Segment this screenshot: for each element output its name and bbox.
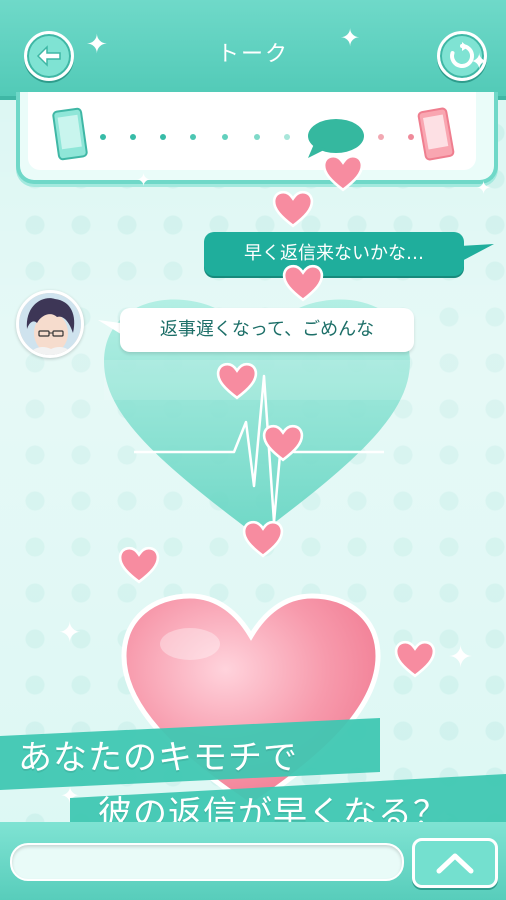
progress-dot <box>284 134 290 140</box>
phone-icon-pink <box>417 107 455 161</box>
heart-icon <box>394 640 436 678</box>
my-message-bubble: 早く返信来ないかな… <box>204 232 464 276</box>
sparkle-icon: ✦ <box>340 24 361 52</box>
sparkle-icon: ✦ <box>476 178 492 199</box>
sparkle-icon: ✦ <box>86 30 108 60</box>
page-title: トーク <box>216 42 289 67</box>
heart-icon <box>118 546 160 584</box>
progress-dot <box>130 134 136 140</box>
heart-icon <box>272 190 314 228</box>
heart-icon <box>242 520 284 558</box>
sparkle-icon: ✦ <box>448 640 474 675</box>
his-message-bubble: 返事遅くなって、ごめんな <box>120 308 414 352</box>
heart-icon <box>282 264 324 302</box>
sparkle-icon: ✦ <box>470 50 489 75</box>
progress-dot <box>378 134 384 140</box>
heart-icon <box>262 424 304 462</box>
message-input[interactable] <box>10 843 404 881</box>
progress-dot <box>100 134 106 140</box>
sparkle-icon: ✦ <box>58 616 82 649</box>
phone-icon <box>52 107 88 161</box>
progress-dot <box>160 134 166 140</box>
send-button[interactable] <box>412 838 498 888</box>
my-bubble-tail <box>460 244 494 262</box>
reply-progress-track <box>28 92 476 170</box>
avatar[interactable] <box>16 290 84 358</box>
progress-dot <box>254 134 260 140</box>
boyfriend-avatar-image <box>19 293 81 355</box>
chevron-up-icon <box>436 853 474 874</box>
heart-icon <box>216 362 258 400</box>
progress-dot <box>190 134 196 140</box>
progress-dot <box>222 134 228 140</box>
heart-icon <box>322 154 364 192</box>
progress-dot <box>408 134 414 140</box>
sparkle-icon: ✦ <box>136 170 152 191</box>
header-bar: トーク <box>0 0 506 100</box>
